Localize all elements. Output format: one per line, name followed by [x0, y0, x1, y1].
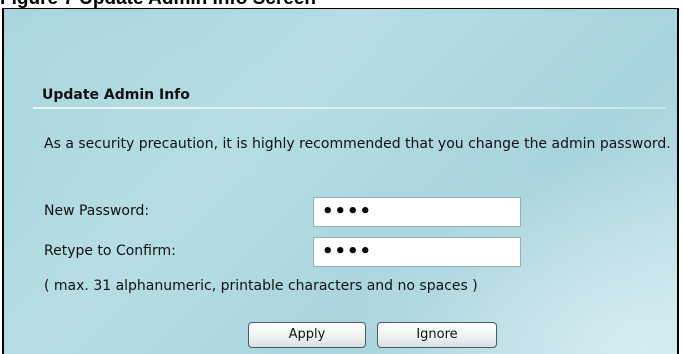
- title-divider: [33, 107, 666, 109]
- retype-confirm-label: Retype to Confirm:: [44, 243, 176, 259]
- panel-title: Update Admin Info: [42, 87, 190, 103]
- password-hint: ( max. 31 alphanumeric, printable charac…: [44, 278, 478, 294]
- security-description: As a security precaution, it is highly r…: [44, 136, 671, 152]
- ignore-button[interactable]: Ignore: [377, 322, 497, 348]
- update-admin-info-panel: Update Admin Info As a security precauti…: [2, 8, 679, 354]
- new-password-label: New Password:: [44, 203, 150, 219]
- new-password-field[interactable]: ••••: [313, 197, 521, 227]
- retype-confirm-field[interactable]: ••••: [313, 237, 521, 267]
- apply-button[interactable]: Apply: [248, 322, 366, 348]
